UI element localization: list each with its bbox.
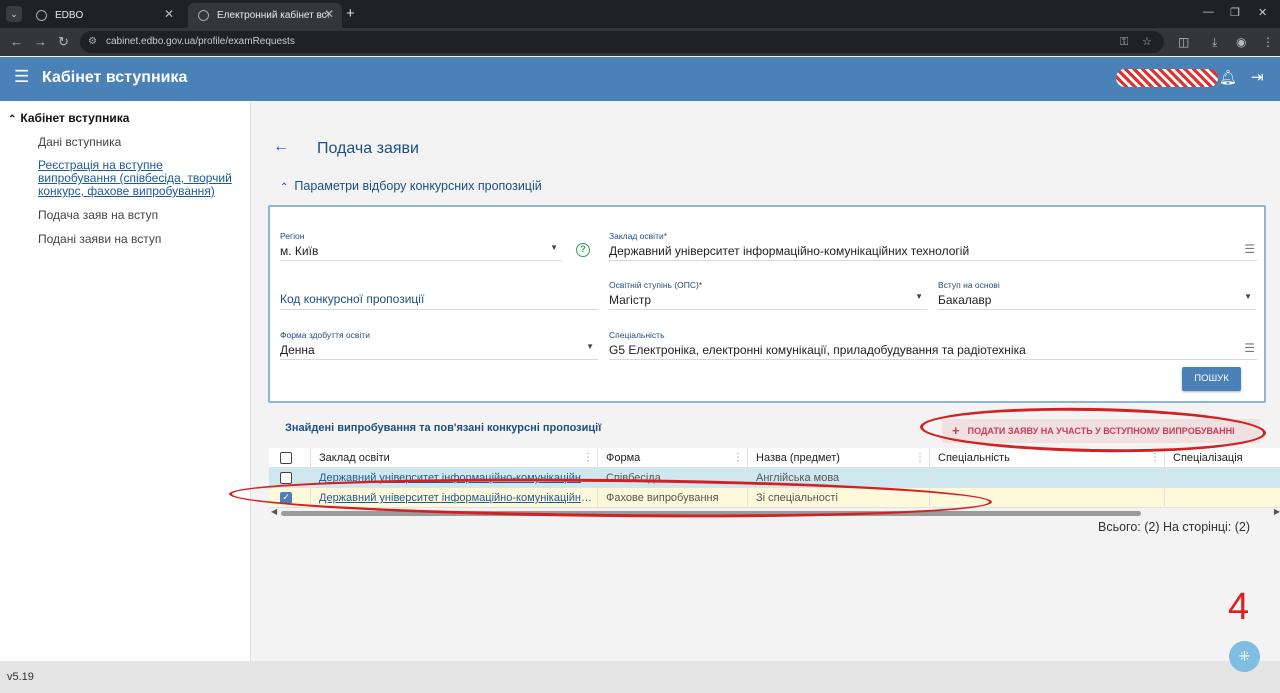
sidebar: ⌃ Кабінет вступника Дані вступника Реєстр… bbox=[0, 101, 251, 661]
dropdown-caret-icon: ▼ bbox=[550, 243, 558, 252]
offer-code-input[interactable]: Код конкурсної пропозиції bbox=[280, 280, 598, 310]
site-info-icon[interactable]: ⚙ bbox=[88, 31, 97, 53]
grid-totals: Всього: (2) На сторінці: (2) bbox=[1098, 520, 1251, 534]
download-icon[interactable]: ⤓ bbox=[1212, 35, 1217, 50]
dropdown-caret-icon: ▼ bbox=[915, 292, 923, 301]
select-all-checkbox[interactable] bbox=[280, 452, 292, 464]
dropdown-caret-icon: ▼ bbox=[1244, 292, 1252, 301]
specialty-cell bbox=[930, 468, 1165, 488]
forward-arrow-icon[interactable]: → bbox=[34, 34, 47, 49]
app-title: Кабінет вступника bbox=[42, 69, 188, 86]
header-checkbox-cell bbox=[269, 448, 311, 468]
search-button[interactable]: ПОШУК bbox=[1182, 367, 1241, 391]
hamburger-menu-icon[interactable]: ☰ bbox=[14, 67, 29, 87]
close-tab-icon[interactable]: ✕ bbox=[324, 3, 334, 25]
tab-search-icon[interactable]: ⌄ bbox=[6, 6, 22, 22]
column-menu-icon[interactable]: ⋮ bbox=[583, 448, 593, 468]
bell-icon[interactable]: 🔔︎ bbox=[1219, 69, 1237, 86]
results-title: Знайдені випробування та пов'язані конку… bbox=[285, 422, 602, 434]
address-bar[interactable]: ⚙ cabinet.edbo.gov.ua/profile/examReques… bbox=[80, 31, 1164, 53]
version-label: v5.19 bbox=[7, 671, 34, 683]
footer: v5.19 bbox=[0, 661, 1280, 693]
scroll-right-icon[interactable]: ▶ bbox=[1274, 507, 1280, 516]
filter-section-toggle[interactable]: ⌃ Параметри відбору конкурсних пропозицій bbox=[280, 179, 542, 193]
column-header-specialization[interactable]: Спеціалізація bbox=[1165, 448, 1280, 468]
column-header-form[interactable]: Форма ⋮ bbox=[598, 448, 748, 468]
specialization-cell bbox=[1165, 488, 1280, 508]
degree-select[interactable]: Освітній ступінь (ОПС)* Магістр ▼ bbox=[609, 280, 927, 310]
extensions-icon[interactable]: ◫ bbox=[1178, 35, 1189, 49]
scroll-left-icon[interactable]: ◀ bbox=[271, 507, 277, 516]
sidebar-item-submitted-applications[interactable]: Подані заяви на вступ bbox=[38, 232, 161, 246]
tab-title: EDBO bbox=[55, 9, 84, 21]
filter-panel: Регіон м. Київ ▼ ? Заклад освіти* Держав… bbox=[268, 205, 1266, 403]
logout-icon[interactable]: ⇥ bbox=[1251, 68, 1264, 86]
row-checkbox[interactable] bbox=[280, 472, 292, 484]
chevron-up-icon: ⌃ bbox=[280, 182, 289, 193]
browser-toolbar: ← → ↻ ⚙ cabinet.edbo.gov.ua/profile/exam… bbox=[0, 28, 1280, 56]
user-name-redacted[interactable] bbox=[1116, 69, 1218, 87]
new-tab-icon[interactable]: + bbox=[346, 5, 355, 22]
browser-tab-edbo[interactable]: EDBO ✕ bbox=[26, 3, 182, 28]
tab-title: Електронний кабінет вступника bbox=[217, 9, 329, 21]
basis-select[interactable]: Вступ на основі Бакалавр ▼ bbox=[938, 280, 1256, 310]
minimize-icon[interactable]: — bbox=[1203, 6, 1214, 18]
list-icon[interactable]: ☰ bbox=[1244, 242, 1255, 256]
url-text: cabinet.edbo.gov.ua/profile/examRequests bbox=[106, 36, 295, 47]
reload-icon[interactable]: ↻ bbox=[58, 34, 69, 50]
app-header: ☰ Кабінет вступника 🔔︎ ⇥ bbox=[0, 57, 1280, 101]
back-arrow-icon[interactable]: ← bbox=[273, 138, 289, 156]
list-icon[interactable]: ☰ bbox=[1244, 341, 1255, 355]
sidebar-heading[interactable]: ⌃ Кабінет вступника bbox=[8, 111, 129, 125]
annotation-step-number: 4 bbox=[1228, 586, 1250, 628]
page-title: Подача заяви bbox=[317, 140, 419, 157]
back-arrow-icon[interactable]: ← bbox=[10, 34, 23, 49]
column-menu-icon[interactable]: ⋮ bbox=[733, 448, 743, 468]
profile-icon[interactable]: ◉ bbox=[1236, 35, 1246, 49]
fab-menu-icon[interactable]: ⁜ bbox=[1229, 641, 1260, 672]
dropdown-caret-icon: ▼ bbox=[586, 342, 594, 351]
sidebar-item-exam-registration[interactable]: Реєстрація на вступне випробування (спів… bbox=[38, 159, 232, 198]
menu-dots-icon[interactable]: ⋮ bbox=[1262, 35, 1274, 49]
browser-tabstrip: ⌄ EDBO ✕ Електронний кабінет вступника ✕… bbox=[0, 0, 1280, 28]
column-menu-icon[interactable]: ⋮ bbox=[915, 448, 925, 468]
specialization-cell bbox=[1165, 468, 1280, 488]
globe-icon bbox=[36, 10, 47, 21]
main-content: ← Подача заяви ⌃ Параметри відбору конкур… bbox=[252, 101, 1280, 661]
help-icon[interactable]: ? bbox=[576, 243, 590, 257]
institution-field[interactable]: Заклад освіти* Державний університет інф… bbox=[609, 231, 1257, 261]
column-header-subject[interactable]: Назва (предмет) ⋮ bbox=[748, 448, 930, 468]
specialty-field[interactable]: Спеціальність G5 Електроніка, електронні… bbox=[609, 330, 1257, 360]
restore-icon[interactable]: ❐ bbox=[1230, 6, 1240, 19]
close-tab-icon[interactable]: ✕ bbox=[164, 3, 174, 25]
study-form-select[interactable]: Форма здобуття освіти Денна ▼ bbox=[280, 330, 598, 360]
browser-tab-cabinet[interactable]: Електронний кабінет вступника ✕ bbox=[188, 3, 342, 28]
column-header-institution[interactable]: Заклад освіти ⋮ bbox=[311, 448, 598, 468]
close-window-icon[interactable]: ✕ bbox=[1258, 6, 1267, 19]
key-icon[interactable]: ⚿ bbox=[1120, 31, 1128, 53]
globe-icon bbox=[198, 10, 209, 21]
chevron-up-icon: ⌃ bbox=[8, 114, 17, 125]
sidebar-item-applicant-data[interactable]: Дані вступника bbox=[38, 135, 121, 149]
sidebar-item-submit-applications[interactable]: Подача заяв на вступ bbox=[38, 208, 158, 222]
region-select[interactable]: Регіон м. Київ ▼ bbox=[280, 231, 562, 261]
star-icon[interactable]: ☆ bbox=[1142, 31, 1152, 53]
